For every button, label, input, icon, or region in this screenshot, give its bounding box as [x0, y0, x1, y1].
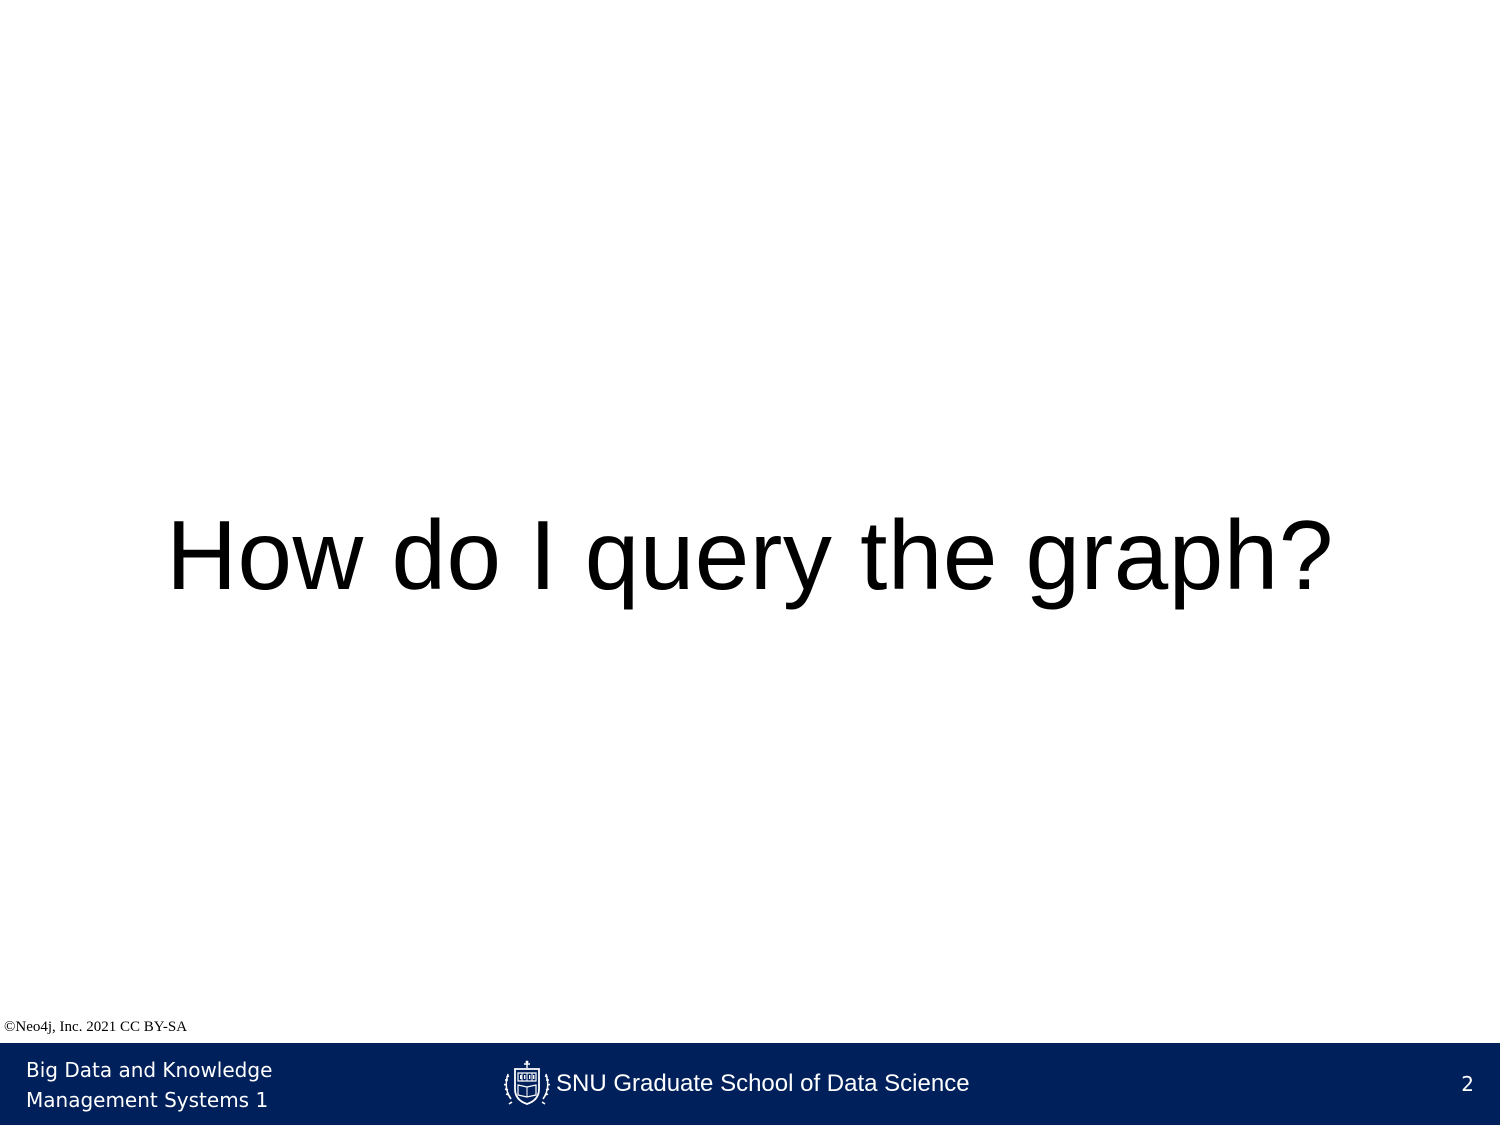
- slide: How do I query the graph? ©Neo4j, Inc. 2…: [0, 0, 1500, 1125]
- course-name: Big Data and Knowledge Management System…: [26, 1055, 272, 1115]
- page-number: 2: [1461, 1072, 1474, 1096]
- course-name-line-1: Big Data and Knowledge: [26, 1058, 273, 1082]
- slide-footer: Big Data and Knowledge Management System…: [0, 1043, 1500, 1125]
- copyright-notice: ©Neo4j, Inc. 2021 CC BY-SA: [4, 1019, 188, 1035]
- school-name: SNU Graduate School of Data Science: [556, 1070, 970, 1097]
- course-name-line-2: Management Systems 1: [26, 1088, 269, 1112]
- university-seal-icon: [503, 1060, 551, 1105]
- school-branding: SNU Graduate School of Data Science: [502, 1059, 970, 1109]
- slide-title: How do I query the graph?: [166, 500, 1334, 610]
